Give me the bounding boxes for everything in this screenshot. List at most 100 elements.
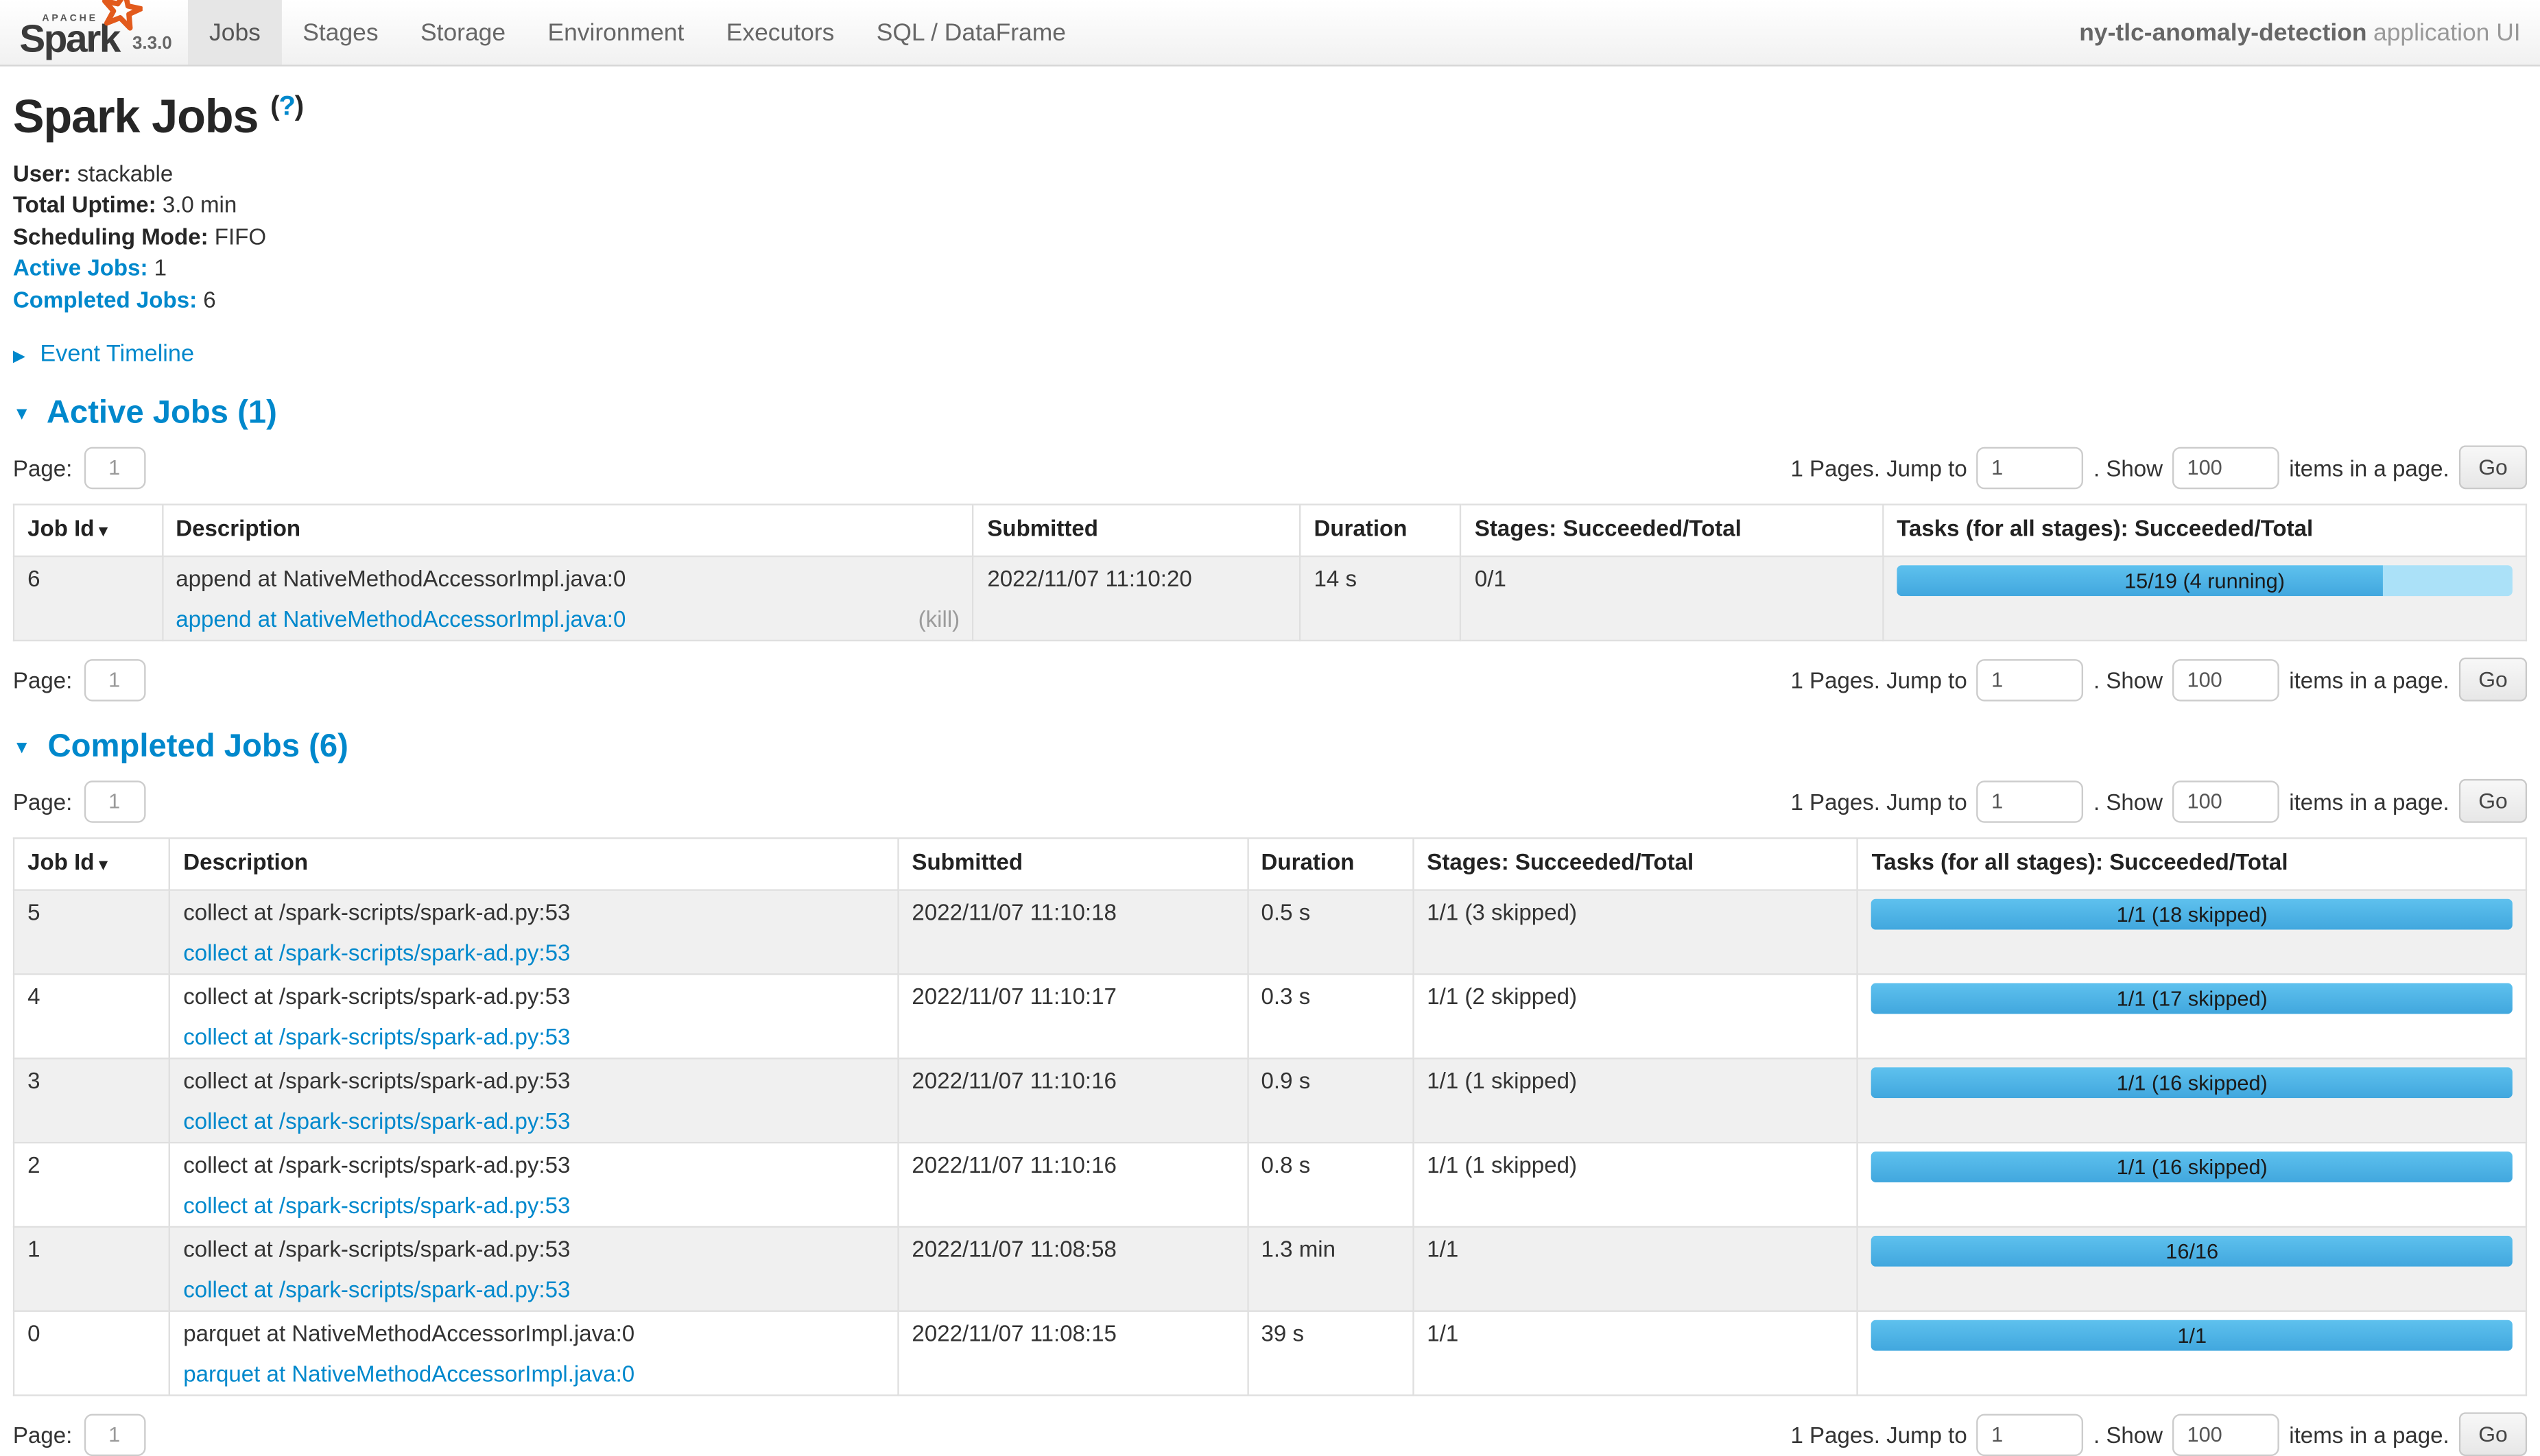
task-progress-bar: 16/16 xyxy=(1872,1236,2513,1267)
col-tasks[interactable]: Tasks (for all stages): Succeeded/Total xyxy=(1857,838,2526,890)
page-number-input[interactable] xyxy=(84,1413,145,1455)
help-question-link[interactable]: ? xyxy=(278,91,294,121)
completed-jobs-section-header[interactable]: ▼ Completed Jobs (6) xyxy=(13,729,2527,766)
go-button[interactable]: Go xyxy=(2459,1413,2527,1456)
job-tasks-cell: 1/1 (17 skipped) xyxy=(1857,975,2526,1059)
pages-jump-text: 1 Pages. Jump to xyxy=(1790,1422,1967,1448)
summary-uptime: Total Uptime: 3.0 min xyxy=(13,191,2527,219)
job-id-cell: 3 xyxy=(14,1059,169,1143)
job-stages-cell: 1/1 xyxy=(1413,1227,1857,1311)
page-label: Page: xyxy=(13,667,72,693)
jump-to-input[interactable] xyxy=(1977,446,2084,488)
active-jobs-link[interactable]: Active Jobs: xyxy=(13,254,148,281)
job-duration-cell: 0.8 s xyxy=(1247,1143,1413,1227)
job-id-cell: 6 xyxy=(14,557,162,641)
job-detail-link[interactable]: collect at /spark-scripts/spark-ad.py:53 xyxy=(183,1023,570,1052)
expanded-arrow-icon: ▼ xyxy=(13,405,31,425)
tab-environment[interactable]: Environment xyxy=(527,0,705,64)
col-description[interactable]: Description xyxy=(169,838,898,890)
tab-stages[interactable]: Stages xyxy=(282,0,400,64)
job-duration-cell: 0.3 s xyxy=(1247,975,1413,1059)
job-description-cell: collect at /spark-scripts/spark-ad.py:53… xyxy=(169,975,898,1059)
items-per-page-input[interactable] xyxy=(2172,658,2279,700)
task-progress-bar: 1/1 xyxy=(1872,1320,2513,1351)
show-text: . Show xyxy=(2093,455,2163,481)
job-submitted-cell: 2022/11/07 11:08:58 xyxy=(898,1227,1247,1311)
col-job-id[interactable]: Job Id▾ xyxy=(14,505,162,557)
jump-to-input[interactable] xyxy=(1977,1413,2084,1455)
tab-sql-dataframe[interactable]: SQL / DataFrame xyxy=(855,0,1087,64)
table-row: 6 append at NativeMethodAccessorImpl.jav… xyxy=(14,557,2526,641)
col-description[interactable]: Description xyxy=(162,505,973,557)
job-duration-cell: 39 s xyxy=(1247,1311,1413,1396)
items-per-page-input[interactable] xyxy=(2172,446,2279,488)
tab-storage[interactable]: Storage xyxy=(399,0,526,64)
job-duration-cell: 1.3 min xyxy=(1247,1227,1413,1311)
page-number-input[interactable] xyxy=(84,780,145,822)
job-submitted-cell: 2022/11/07 11:10:18 xyxy=(898,890,1247,975)
job-detail-link[interactable]: collect at /spark-scripts/spark-ad.py:53 xyxy=(183,1106,570,1136)
event-timeline-toggle[interactable]: ▶ Event Timeline xyxy=(13,342,2527,368)
summary-completed-jobs: Completed Jobs: 6 xyxy=(13,286,2527,314)
col-stages[interactable]: Stages: Succeeded/Total xyxy=(1461,505,1883,557)
col-duration[interactable]: Duration xyxy=(1300,505,1460,557)
page-title: Spark Jobs (?) xyxy=(13,91,2527,145)
spark-version: 3.3.0 xyxy=(132,34,172,53)
job-description-cell: collect at /spark-scripts/spark-ad.py:53… xyxy=(169,1143,898,1227)
job-tasks-cell: 15/19 (4 running) xyxy=(1883,557,2526,641)
completed-jobs-link[interactable]: Completed Jobs: xyxy=(13,286,197,312)
items-per-page-input[interactable] xyxy=(2172,780,2279,822)
table-header-row: Job Id▾ Description Submitted Duration S… xyxy=(14,505,2526,557)
job-description-cell: parquet at NativeMethodAccessorImpl.java… xyxy=(169,1311,898,1396)
table-header-row: Job Id▾ Description Submitted Duration S… xyxy=(14,838,2526,890)
pages-jump-text: 1 Pages. Jump to xyxy=(1790,667,1967,693)
tab-executors[interactable]: Executors xyxy=(705,0,855,64)
job-submitted-cell: 2022/11/07 11:10:20 xyxy=(973,557,1300,641)
page-label: Page: xyxy=(13,788,72,814)
col-submitted[interactable]: Submitted xyxy=(973,505,1300,557)
jump-to-input[interactable] xyxy=(1977,658,2084,700)
sort-desc-icon: ▾ xyxy=(99,857,108,875)
kill-job-link[interactable]: (kill) xyxy=(918,604,960,634)
job-description-cell: collect at /spark-scripts/spark-ad.py:53… xyxy=(169,1227,898,1311)
nav-tabs: Jobs Stages Storage Environment Executor… xyxy=(188,0,1087,64)
go-button[interactable]: Go xyxy=(2459,779,2527,823)
col-submitted[interactable]: Submitted xyxy=(898,838,1247,890)
show-text: . Show xyxy=(2093,788,2163,814)
table-row: 3 collect at /spark-scripts/spark-ad.py:… xyxy=(14,1059,2526,1143)
tab-jobs[interactable]: Jobs xyxy=(188,0,281,64)
page-label: Page: xyxy=(13,1422,72,1448)
job-stages-cell: 0/1 xyxy=(1461,557,1883,641)
summary-active-jobs: Active Jobs: 1 xyxy=(13,254,2527,283)
spark-star-icon xyxy=(100,0,142,36)
items-per-page-input[interactable] xyxy=(2172,1413,2279,1455)
navbar: APACHE Spark 3.3.0 Jobs Stages Storage E… xyxy=(0,0,2540,67)
job-detail-link[interactable]: parquet at NativeMethodAccessorImpl.java… xyxy=(183,1359,634,1389)
job-detail-link[interactable]: collect at /spark-scripts/spark-ad.py:53 xyxy=(183,938,570,968)
job-stages-cell: 1/1 xyxy=(1413,1311,1857,1396)
go-button[interactable]: Go xyxy=(2459,446,2527,490)
application-name: ny-tlc-anomaly-detection xyxy=(2079,19,2366,46)
active-jobs-pagination-bottom: Page: 1 Pages. Jump to . Show items in a… xyxy=(13,658,2527,702)
col-job-id[interactable]: Job Id▾ xyxy=(14,838,169,890)
collapsed-arrow-icon: ▶ xyxy=(13,348,25,366)
pages-jump-text: 1 Pages. Jump to xyxy=(1790,788,1967,814)
page-number-input[interactable] xyxy=(84,658,145,700)
job-detail-link[interactable]: append at NativeMethodAccessorImpl.java:… xyxy=(176,604,626,634)
job-stages-cell: 1/1 (2 skipped) xyxy=(1413,975,1857,1059)
job-stages-cell: 1/1 (1 skipped) xyxy=(1413,1059,1857,1143)
active-jobs-section-header[interactable]: ▼ Active Jobs (1) xyxy=(13,396,2527,433)
job-detail-link[interactable]: collect at /spark-scripts/spark-ad.py:53 xyxy=(183,1191,570,1220)
spark-brand[interactable]: APACHE Spark 3.3.0 xyxy=(0,0,188,64)
jump-to-input[interactable] xyxy=(1977,780,2084,822)
spark-logo: APACHE Spark xyxy=(19,1,119,60)
col-tasks[interactable]: Tasks (for all stages): Succeeded/Total xyxy=(1883,505,2526,557)
application-suffix: application UI xyxy=(2373,19,2521,46)
job-description-cell: append at NativeMethodAccessorImpl.java:… xyxy=(162,557,973,641)
page-number-input[interactable] xyxy=(84,446,145,488)
job-detail-link[interactable]: collect at /spark-scripts/spark-ad.py:53 xyxy=(183,1275,570,1304)
active-jobs-pagination-top: Page: 1 Pages. Jump to . Show items in a… xyxy=(13,446,2527,490)
col-duration[interactable]: Duration xyxy=(1247,838,1413,890)
col-stages[interactable]: Stages: Succeeded/Total xyxy=(1413,838,1857,890)
go-button[interactable]: Go xyxy=(2459,658,2527,702)
